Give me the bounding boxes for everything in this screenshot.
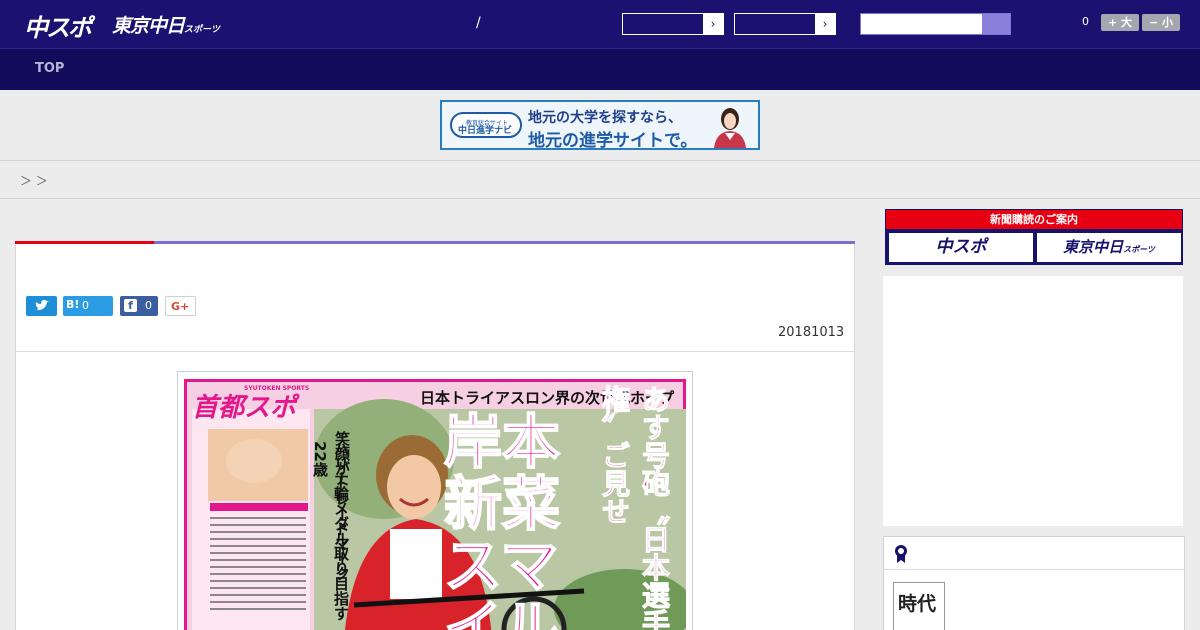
header-separator: /: [476, 15, 481, 31]
font-smaller-button[interactable]: − 小: [1142, 14, 1180, 31]
article-header-divider: [16, 351, 854, 352]
subscribe-tokyo-chunichi-suffix: スポーツ: [1123, 245, 1155, 254]
subscription-head: 新聞購読のご案内: [886, 210, 1182, 229]
ranking-card: 時代: [883, 536, 1185, 630]
facebook-icon: f: [124, 299, 137, 312]
hatena-bookmark-button[interactable]: B! 0: [63, 296, 113, 316]
banner-line2: 地元の進学サイトで。: [528, 131, 698, 151]
font-larger-button[interactable]: + 大: [1101, 14, 1139, 31]
paper-masthead: 首都スポ: [192, 393, 297, 423]
shingaku-navi-banner[interactable]: 教育総合サイト 中日進学ナビ 地元の大学を探すなら、 地元の進学サイトで。: [440, 100, 760, 151]
facebook-count: 0: [145, 299, 152, 312]
facebook-share-button[interactable]: f 0: [120, 296, 158, 316]
region-select[interactable]: ›: [734, 13, 836, 35]
subscription-banner[interactable]: 新聞購読のご案内 中スポ 東京中日スポーツ: [885, 209, 1183, 265]
twitter-share-button[interactable]: [26, 296, 57, 316]
tokyo-chunichi-logo-text: 東京中日: [112, 15, 185, 37]
ranking-badge-icon: [895, 545, 907, 563]
subscribe-tokyo-chunichi[interactable]: 東京中日スポーツ: [1037, 233, 1181, 262]
tokyo-chunichi-logo[interactable]: 東京中日スポーツ: [112, 11, 220, 38]
search-box[interactable]: [860, 13, 1011, 35]
subscribe-tokyo-chunichi-text: 東京中日: [1063, 238, 1124, 256]
banner-line1: 地元の大学を探すなら、: [528, 110, 682, 126]
paper-headline: 岸本新菜スマイル: [443, 408, 561, 630]
gplus-icon: G+: [171, 300, 190, 313]
tokyo-chunichi-logo-suffix: スポーツ: [184, 25, 220, 35]
breadcrumb[interactable]: ＞ ＞: [20, 172, 48, 189]
chevron-right-icon: ›: [703, 14, 723, 34]
hatena-label: B!: [66, 298, 80, 311]
banner-model-image: [708, 106, 752, 148]
site-header: 中スポ 東京中日スポーツ / › › 0 + 大 − 小: [0, 0, 1200, 48]
category-select[interactable]: ›: [622, 13, 724, 35]
nav-item-top[interactable]: TOP: [35, 61, 64, 76]
paper-subhead: あす号砲〝日本選手権〟ご見せ: [598, 385, 672, 630]
paper-vertical-line2: ハリナ輪メダル取り目指す22歳: [311, 441, 350, 621]
shingaku-navi-logo: 教育総合サイト 中日進学ナビ: [450, 112, 522, 138]
main-nav: TOP: [0, 48, 1200, 90]
chuspo-logo[interactable]: 中スポ: [24, 8, 92, 43]
search-button[interactable]: [982, 14, 1010, 34]
subscribe-chuspo[interactable]: 中スポ: [889, 233, 1033, 262]
twitter-bird-icon: [35, 300, 49, 311]
sidebar-ad-slot: [883, 276, 1183, 526]
article-date: 20181013: [778, 325, 845, 340]
ranking-thumbnail[interactable]: 時代: [893, 582, 945, 630]
chevron-right-icon: ›: [815, 14, 835, 34]
banner-divider: [0, 160, 1200, 161]
ranking-card-divider: [884, 569, 1184, 570]
ranking-thumbnail-text: 時代: [898, 593, 937, 615]
banner-logo-text: 中日進学ナビ: [458, 126, 513, 136]
breadcrumb-divider: [0, 198, 1200, 199]
gplus-share-button[interactable]: G+: [165, 296, 196, 316]
article-accent-purple: [154, 241, 855, 244]
hatena-count: 0: [82, 299, 89, 312]
article-accent-red: [15, 241, 154, 244]
font-size-count: 0: [1082, 15, 1089, 28]
paper-masthead-en: SYUTOKEN SPORTS: [244, 385, 310, 392]
newspaper-front-page-image[interactable]: 首都スポ SYUTOKEN SPORTS 日本トライアスロン界の次世代ホープ 岸…: [184, 379, 686, 630]
